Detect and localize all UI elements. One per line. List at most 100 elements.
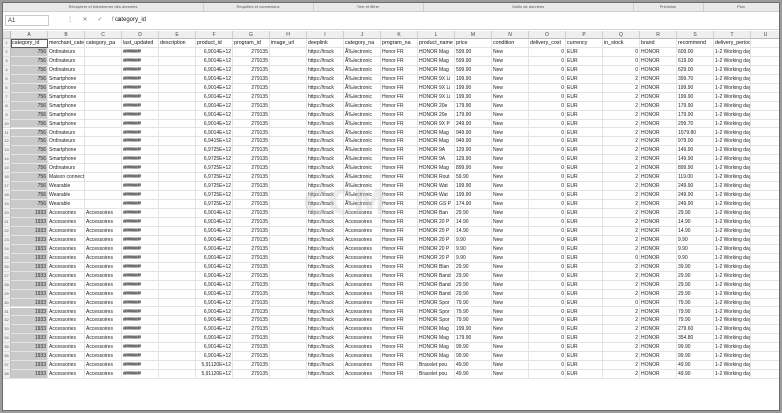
data-cell[interactable]: Honor FR [381,74,418,84]
data-cell[interactable]: 279135 [233,289,270,299]
data-cell[interactable]: HONOR Wat [418,182,455,192]
data-cell[interactable]: Accessoires [85,262,122,272]
data-cell[interactable]: HONOR [640,128,677,138]
data-cell[interactable]: 1-2 Working days [714,307,751,317]
data-cell[interactable]: HONOR Spor [418,316,455,326]
data-cell[interactable]: HONOR Mag [418,47,455,57]
data-cell[interactable]: New [492,65,529,75]
data-cell[interactable]: 756 [11,56,48,66]
data-cell[interactable]: https://track [307,47,344,57]
data-cell[interactable]: HONOR 20 P [418,244,455,254]
data-cell[interactable]: Accessoires [344,253,381,263]
data-cell[interactable]: 179.90 [455,334,492,344]
data-cell[interactable]: Ã‰lectronic [344,155,381,165]
data-cell[interactable]: 9.90 [677,244,714,254]
formula-input[interactable]: category_id [115,15,775,26]
data-cell[interactable]: Honor FR [381,352,418,362]
data-cell[interactable] [159,271,196,281]
field-name-cell[interactable]: delivery_period [714,39,751,48]
data-cell[interactable]: 0 [529,74,566,84]
data-cell[interactable]: 1-2 Working days [714,352,751,362]
data-cell[interactable]: 199.90 [455,325,492,335]
data-cell[interactable]: Accessories [48,271,85,281]
data-cell[interactable]: 1933 [11,343,48,353]
column-header-f[interactable]: F [196,31,233,39]
data-cell[interactable]: Honor FR [381,47,418,57]
data-cell[interactable]: EUR [566,83,603,93]
data-cell[interactable]: Honor FR [381,316,418,326]
data-cell[interactable]: 0 [529,316,566,326]
data-cell[interactable]: Honor FR [381,325,418,335]
data-cell[interactable]: 6,9014E+12 [196,262,233,272]
field-name-cell[interactable]: category_pa [85,39,122,48]
data-cell[interactable]: 279135 [233,352,270,362]
data-cell[interactable]: HONOR [640,74,677,84]
data-cell[interactable] [751,66,779,75]
data-cell[interactable]: 6,9014E+12 [196,244,233,254]
data-cell[interactable]: 6,9014E+12 [196,65,233,75]
data-cell[interactable]: Honor FR [381,65,418,75]
data-cell[interactable]: 79.90 [455,316,492,326]
column-header-t[interactable]: T [714,31,751,39]
data-cell[interactable]: 279135 [233,370,270,380]
data-cell[interactable]: https://track [307,191,344,201]
data-cell[interactable]: 756 [11,200,48,210]
data-cell[interactable]: Honor FR [381,191,418,201]
data-cell[interactable]: HONOR Rout [418,173,455,183]
data-cell[interactable] [85,182,122,192]
data-cell[interactable]: Accessories [48,352,85,362]
field-name-cell[interactable]: delivery_cost [529,39,566,48]
data-cell[interactable]: New [492,361,529,371]
data-cell[interactable]: Accessoires [85,235,122,245]
data-cell[interactable]: 2 [603,74,640,84]
data-cell[interactable]: Ã‰lectronic [344,200,381,210]
row-number[interactable]: 25 [3,253,11,263]
data-cell[interactable]: 29.90 [455,271,492,281]
data-cell[interactable]: 756 [11,47,48,57]
data-cell[interactable]: 599.90 [455,47,492,57]
data-cell[interactable] [270,155,307,165]
data-cell[interactable]: 99.90 [677,352,714,362]
data-cell[interactable]: Accessoires [85,209,122,218]
data-cell[interactable]: Accessories [48,262,85,272]
data-cell[interactable]: 2 [603,316,640,326]
data-cell[interactable] [751,308,779,317]
data-cell[interactable]: 129.90 [455,155,492,165]
data-cell[interactable] [270,137,307,147]
data-cell[interactable] [270,173,307,183]
data-cell[interactable]: Honor FR [381,334,418,344]
data-cell[interactable]: EUR [566,370,603,380]
data-cell[interactable]: ######## [122,146,159,156]
data-cell[interactable]: Ã‰lectronic [344,56,381,66]
data-cell[interactable]: 14.90 [455,218,492,227]
data-cell[interactable]: 756 [11,74,48,84]
data-cell[interactable]: 6,9725E+12 [196,164,233,174]
data-cell[interactable]: HONOR [640,200,677,210]
column-header-p[interactable]: P [566,31,603,39]
data-cell[interactable]: 0 [529,146,566,156]
data-cell[interactable]: 6,9014E+12 [196,74,233,84]
data-cell[interactable]: EUR [566,74,603,84]
data-cell[interactable]: Honor FR [381,218,418,227]
data-cell[interactable]: https://track [307,244,344,254]
data-cell[interactable]: 29.90 [677,289,714,299]
data-cell[interactable]: EUR [566,289,603,299]
data-cell[interactable] [159,307,196,317]
data-cell[interactable]: Maison connectÃ©e [48,173,85,183]
row-number[interactable]: 30 [3,298,11,308]
data-cell[interactable]: ######## [122,83,159,93]
data-cell[interactable]: Ordinateurs [48,47,85,57]
data-cell[interactable]: 6,9725E+12 [196,191,233,201]
data-cell[interactable]: Accessoires [85,361,122,371]
data-cell[interactable]: 0 [529,47,566,57]
data-cell[interactable]: 279135 [233,65,270,75]
data-cell[interactable] [270,325,307,335]
data-cell[interactable]: EUR [566,146,603,156]
row-number[interactable]: 28 [3,280,11,290]
data-cell[interactable]: 629.00 [677,65,714,75]
data-cell[interactable]: EUR [566,92,603,102]
data-cell[interactable]: 279135 [233,307,270,317]
data-cell[interactable]: Accessories [48,244,85,254]
data-cell[interactable]: Accessoires [85,370,122,380]
data-cell[interactable]: https://track [307,307,344,317]
